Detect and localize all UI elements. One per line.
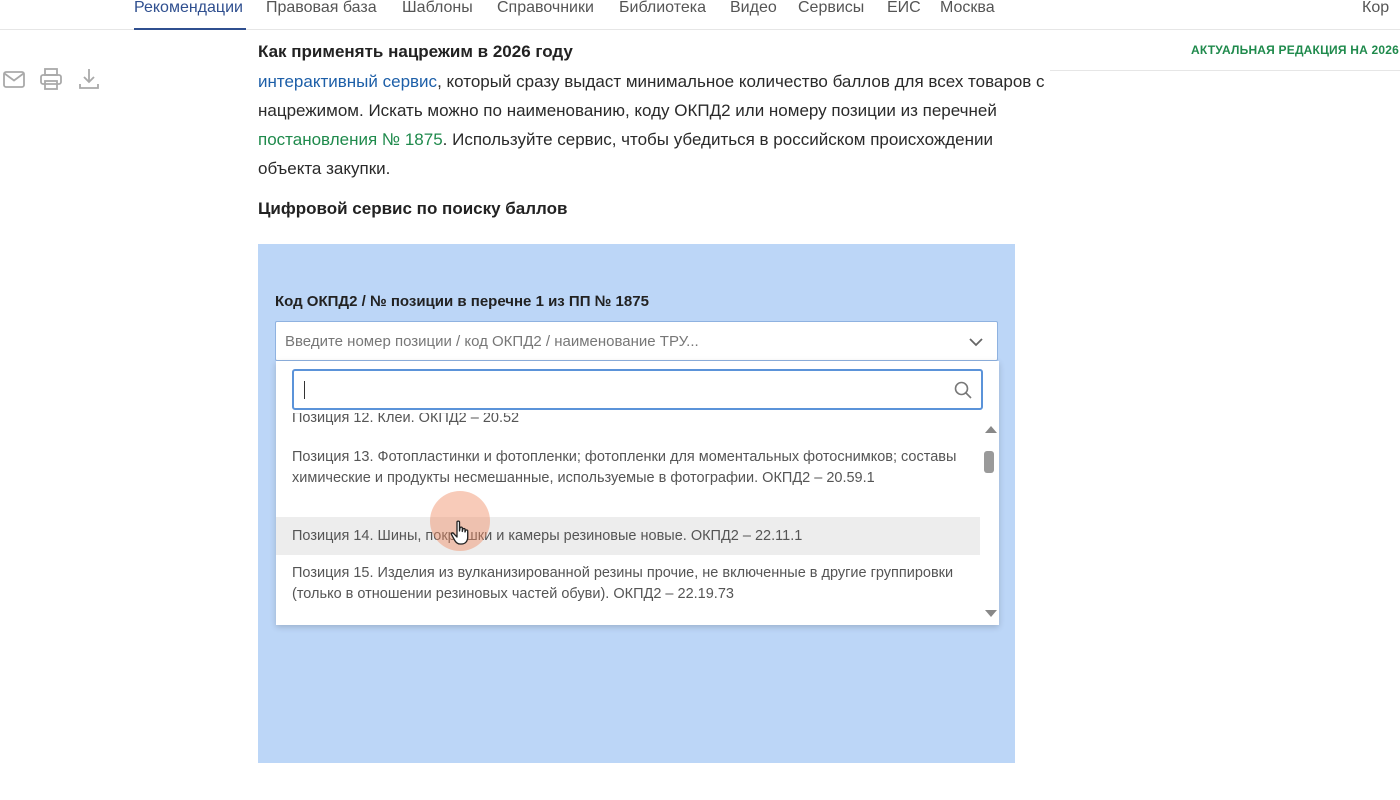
decree-1875-link[interactable]: постановления № 1875 [258,130,443,149]
document-title: Как применять нацрежим в 2026 году [258,42,573,61]
top-navigation: Рекомендации Правовая база Шаблоны Справ… [0,0,1400,30]
interactive-service-link[interactable]: интерактивный сервис [258,72,437,91]
active-tab-indicator [134,28,246,30]
nav-item-cart[interactable]: Кор [1362,0,1389,30]
nav-item-video[interactable]: Видео [730,0,777,30]
options-list: Позиция 12. Клеи. ОКПД2 – 20.52 Позиция … [276,413,980,625]
download-icon[interactable] [76,66,102,92]
section-subheading: Цифровой сервис по поиску баллов [258,199,568,218]
text-caret [304,381,305,399]
select-dropdown: Позиция 12. Клеи. ОКПД2 – 20.52 Позиция … [276,361,999,625]
search-icon[interactable] [953,380,973,400]
list-item[interactable]: Позиция 15. Изделия из вулканизированной… [276,563,980,604]
header-divider [1050,70,1400,71]
nav-item-templates[interactable]: Шаблоны [402,0,473,30]
dropdown-scrollbar[interactable] [980,413,999,625]
article-paragraph: интерактивный сервис, который сразу выда… [258,67,1058,183]
nav-item-recommendations[interactable]: Рекомендации [134,0,243,30]
list-item-hovered[interactable]: Позиция 14. Шины, покрышки и камеры рези… [276,517,980,555]
nav-item-references[interactable]: Справочники [497,0,594,30]
okpd2-select[interactable]: Введите номер позиции / код ОКПД2 / наим… [275,321,998,361]
scroll-down-icon[interactable] [985,610,997,617]
nav-item-moscow[interactable]: Москва [940,0,995,30]
nav-item-legal-base[interactable]: Правовая база [266,0,377,30]
printer-icon[interactable] [38,66,64,92]
chevron-down-icon [967,333,985,351]
nav-item-services[interactable]: Сервисы [798,0,864,30]
list-item[interactable]: Позиция 12. Клеи. ОКПД2 – 20.52 [276,413,980,429]
select-placeholder: Введите номер позиции / код ОКПД2 / наим… [285,333,699,350]
nav-item-library[interactable]: Библиотека [619,0,706,30]
scroll-up-icon[interactable] [985,426,997,433]
edition-badge: АКТУАЛЬНАЯ РЕДАКЦИЯ НА 2026 [1191,43,1399,57]
nav-item-eis[interactable]: ЕИС [887,0,921,30]
scrollbar-thumb[interactable] [984,451,994,473]
okpd2-field-label: Код ОКПД2 / № позиции в перечне 1 из ПП … [275,293,649,310]
list-item[interactable]: Позиция 13. Фотопластинки и фотопленки; … [276,447,980,488]
envelope-icon[interactable] [1,66,27,92]
dropdown-search-input[interactable] [292,369,983,410]
